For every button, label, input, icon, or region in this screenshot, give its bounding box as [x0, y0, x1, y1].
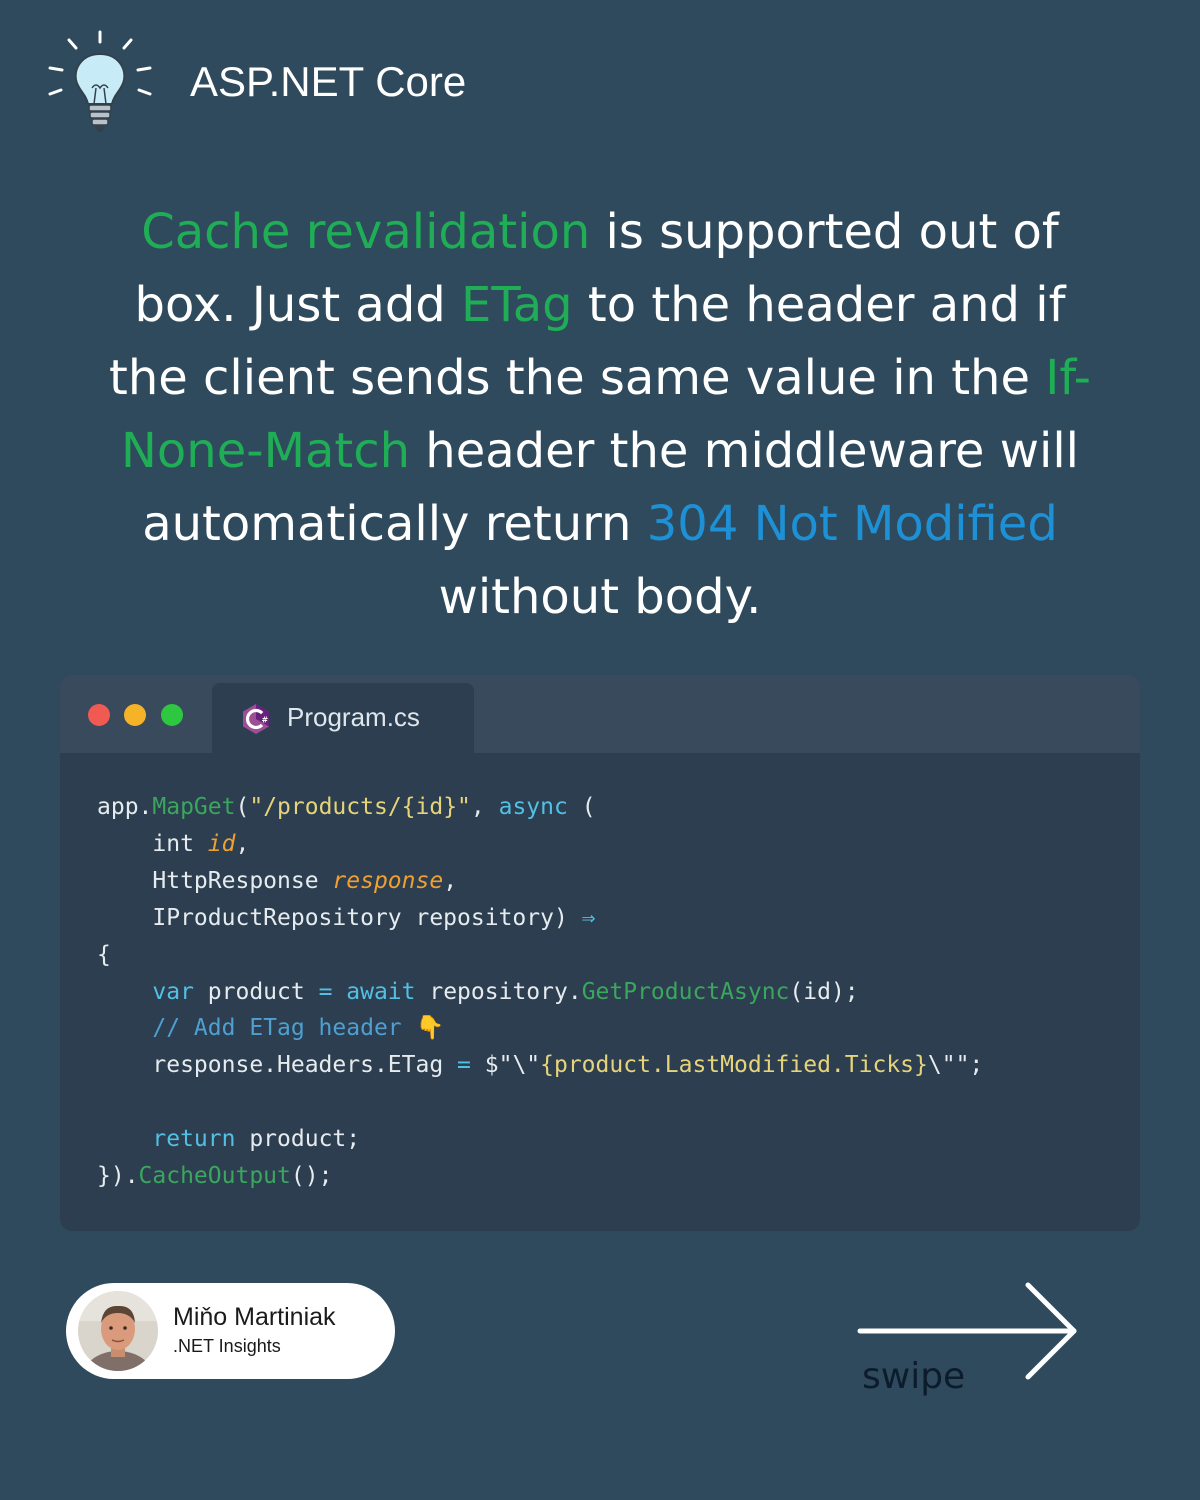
code-token: await — [332, 978, 416, 1005]
code-token: { — [97, 941, 111, 968]
code-token: repository. — [415, 978, 582, 1005]
code-token: ( — [235, 794, 250, 820]
code-token: MapGet — [152, 794, 236, 820]
headline: Cache revalidation is supported out of b… — [100, 196, 1100, 634]
author-subtitle: .NET Insights — [173, 1336, 281, 1356]
code-token: HttpResponse — [97, 867, 333, 894]
code-token: "\" — [498, 1052, 541, 1079]
highlight-etag: ETag — [461, 277, 573, 333]
code-token: (id); — [789, 978, 859, 1005]
tab-program-cs[interactable]: # Program.cs — [212, 683, 474, 753]
swipe-label: swipe — [862, 1356, 966, 1397]
code-token: ( — [567, 794, 596, 820]
code-token: $ — [470, 1052, 499, 1079]
code-token: response — [332, 867, 444, 894]
code-token: , — [470, 794, 499, 820]
tab-label: Program.cs — [287, 702, 420, 732]
code-token: app. — [97, 794, 153, 820]
code-token: , — [443, 867, 458, 894]
pointing-down-icon: 👇 — [415, 1015, 445, 1042]
code-token: = — [318, 978, 333, 1005]
code-token: ; — [969, 1052, 984, 1079]
code-block: app.MapGet("/products/{id}", async ( int… — [97, 789, 983, 1195]
code-token: int — [97, 830, 208, 857]
code-token: var — [97, 978, 194, 1005]
code-editor-window: # Program.cs app.MapGet("/products/{id}"… — [60, 675, 1140, 1231]
highlight-cache-revalidation: Cache revalidation — [141, 204, 591, 260]
code-token: {product.LastModified.Ticks} — [540, 1052, 928, 1079]
code-token: product — [193, 978, 319, 1005]
lightbulb-icon — [48, 30, 152, 132]
code-token: (); — [290, 1163, 333, 1190]
code-token: IProductRepository repository) — [97, 904, 582, 931]
code-comment: // Add ETag header — [97, 1015, 416, 1042]
code-token: response.Headers.ETag — [97, 1052, 458, 1079]
code-token: ⇒ — [581, 904, 596, 931]
editor-titlebar: # Program.cs — [60, 675, 1140, 753]
author-card[interactable]: Miňo Martiniak .NET Insights — [66, 1283, 395, 1379]
minimize-window-dot[interactable] — [124, 704, 146, 726]
code-token: CacheOutput — [138, 1163, 291, 1190]
author-avatar — [78, 1291, 158, 1371]
code-token: GetProductAsync — [581, 978, 790, 1005]
code-token: = — [457, 1052, 471, 1079]
header: ASP.NET Core — [44, 28, 466, 138]
svg-text:#: # — [262, 716, 269, 725]
code-token: id — [207, 830, 236, 857]
maximize-window-dot[interactable] — [161, 704, 183, 726]
brand-title: ASP.NET Core — [190, 58, 467, 105]
code-token: product; — [235, 1126, 361, 1153]
code-token: }). — [97, 1163, 139, 1190]
code-token: async — [498, 794, 568, 820]
close-window-dot[interactable] — [88, 704, 110, 726]
code-token: "/products/{id}" — [249, 794, 471, 820]
csharp-icon: # — [243, 704, 269, 734]
headline-text: without body. — [438, 569, 762, 625]
code-token: \"" — [927, 1052, 970, 1079]
highlight-304-not-modified: 304 Not Modified — [646, 496, 1058, 552]
code-token: return — [97, 1126, 236, 1153]
code-token: , — [235, 830, 250, 857]
author-name: Miňo Martiniak — [173, 1303, 336, 1331]
